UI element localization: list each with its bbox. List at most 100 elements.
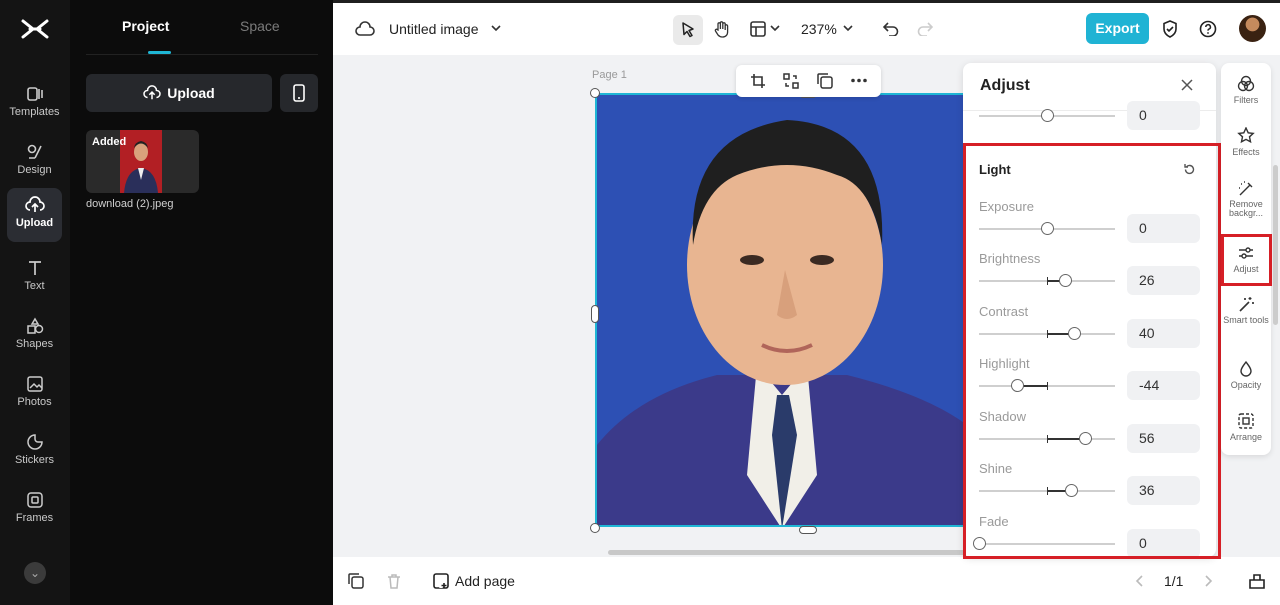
cursor-icon [682, 22, 694, 38]
rail-item-label: Shapes [15, 338, 54, 350]
rail-item-label: Templates [9, 106, 60, 118]
strip-item-smart-tools[interactable]: Smart tools [1221, 296, 1271, 325]
hand-tool-icon[interactable] [713, 20, 731, 38]
prev-slider-value[interactable]: 0 [1127, 101, 1200, 130]
rail-item-design[interactable]: Design [7, 135, 62, 189]
strip-item-opacity[interactable]: Opacity [1221, 360, 1271, 390]
redo-icon[interactable] [917, 21, 933, 36]
top-bar: Untitled image 237% Export [333, 3, 1280, 55]
resize-handle-left[interactable] [591, 305, 599, 323]
upload-cloud-icon [24, 196, 45, 212]
rail-item-label: Text [24, 280, 45, 292]
added-badge: Added [92, 136, 127, 148]
add-page-icon [433, 573, 449, 589]
opacity-icon [1240, 360, 1252, 377]
upload-from-phone-button[interactable] [280, 74, 318, 112]
rail-item-templates[interactable]: Templates [7, 77, 62, 131]
upload-button-label: Upload [167, 85, 215, 101]
help-icon[interactable] [1199, 20, 1217, 38]
horizontal-scrollbar[interactable] [608, 550, 970, 555]
more-icon[interactable] [851, 78, 867, 83]
uploaded-image-thumbnail[interactable]: Added [86, 130, 199, 193]
shield-check-icon[interactable] [1162, 20, 1178, 38]
rail-item-upload[interactable]: Upload [7, 188, 62, 242]
rail-item-photos[interactable]: Photos [7, 367, 62, 421]
phone-icon [293, 84, 305, 102]
effects-icon [1237, 127, 1255, 144]
chevron-down-icon[interactable] [770, 25, 780, 32]
shapes-icon [26, 317, 43, 334]
strip-item-arrange[interactable]: Arrange [1221, 412, 1271, 442]
resize-handle-bottom-left[interactable] [590, 523, 600, 533]
image-floating-toolbar [736, 65, 881, 97]
rail-more-chevron-icon[interactable]: ⌄ [24, 562, 46, 584]
project-panel: Project Space Upload Added download (2).… [70, 0, 333, 605]
chevron-left-icon[interactable] [1135, 575, 1143, 587]
adjust-tool-highlight-box [1221, 234, 1272, 286]
text-icon [28, 261, 41, 275]
resize-handle-bottom[interactable] [799, 526, 817, 534]
page-manager-icon[interactable] [1249, 573, 1265, 589]
strip-item-remove-background[interactable]: Remove backgr... [1221, 180, 1271, 218]
strip-item-effects[interactable]: Effects [1221, 127, 1271, 157]
rail-item-frames[interactable]: Frames [7, 483, 62, 537]
rail-item-shapes[interactable]: Shapes [7, 309, 62, 363]
resize-handle-top-left[interactable] [590, 88, 600, 98]
close-icon[interactable] [1181, 79, 1193, 91]
thumbnail-photo [120, 130, 162, 193]
thumbnail-filename: download (2).jpeg [86, 198, 174, 210]
panel-tabs: Project Space [86, 0, 318, 55]
smart-tools-icon [1239, 297, 1254, 312]
rail-item-label: Upload [15, 217, 54, 229]
remove-background-icon [1239, 181, 1253, 196]
undo-icon[interactable] [883, 21, 899, 36]
chevron-down-icon[interactable] [843, 25, 853, 32]
capcut-logo-icon[interactable] [20, 17, 50, 41]
zoom-level[interactable]: 237% [801, 21, 837, 37]
trash-icon[interactable] [387, 573, 401, 589]
layers-icon[interactable] [348, 573, 364, 589]
tab-underline [148, 51, 171, 54]
strip-item-filters[interactable]: Filters [1221, 75, 1271, 105]
crop-icon[interactable] [750, 73, 766, 89]
export-button[interactable]: Export [1086, 13, 1149, 44]
arrange-icon [1238, 413, 1254, 429]
page-count: 1/1 [1164, 573, 1184, 589]
replace-icon[interactable] [783, 73, 799, 89]
rail-item-label: Photos [17, 396, 52, 408]
bottom-bar: Add page 1/1 [333, 557, 1280, 605]
strip-item-label: Smart tools [1223, 315, 1269, 325]
user-avatar[interactable] [1239, 15, 1266, 42]
strip-item-label: Arrange [1229, 432, 1263, 442]
vertical-scrollbar[interactable] [1273, 165, 1278, 325]
duplicate-icon[interactable] [817, 73, 833, 89]
layout-icon[interactable] [750, 21, 766, 37]
design-icon [27, 144, 42, 159]
rail-item-text[interactable]: Text [7, 251, 62, 305]
frames-icon [26, 492, 43, 508]
prev-slider-knob[interactable] [1041, 109, 1054, 122]
tab-project[interactable]: Project [122, 18, 169, 34]
prev-slider-track[interactable] [979, 109, 1115, 122]
chevron-down-icon[interactable] [491, 25, 501, 32]
document-title[interactable]: Untitled image [389, 21, 479, 37]
cloud-sync-icon[interactable] [355, 21, 375, 37]
add-page-label: Add page [455, 573, 515, 589]
tab-space[interactable]: Space [240, 18, 280, 34]
light-section-highlight-box [963, 143, 1221, 559]
strip-item-label: Effects [1232, 147, 1260, 157]
page-label: Page 1 [592, 69, 627, 81]
photos-icon [26, 376, 43, 392]
templates-icon [26, 87, 43, 101]
left-rail: Templates Design Upload Text Shapes Phot… [0, 0, 70, 605]
add-page-button[interactable]: Add page [433, 573, 515, 589]
select-tool-button[interactable] [673, 15, 703, 45]
upload-button[interactable]: Upload [86, 74, 272, 112]
canvas-image[interactable] [595, 93, 965, 527]
strip-item-label: Filters [1233, 95, 1259, 105]
rail-item-label: Stickers [14, 454, 55, 466]
chevron-right-icon[interactable] [1205, 575, 1213, 587]
stickers-icon [26, 434, 43, 450]
rail-item-label: Design [17, 164, 52, 176]
rail-item-stickers[interactable]: Stickers [7, 425, 62, 479]
